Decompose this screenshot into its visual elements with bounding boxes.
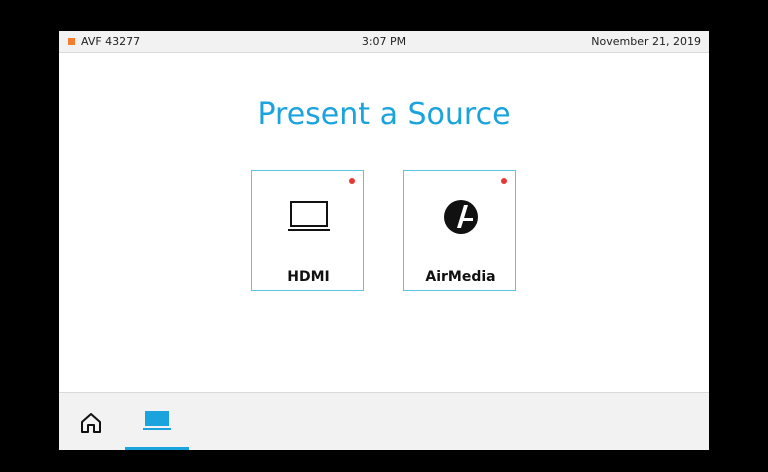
touch-panel-screen: AVF 43277 3:07 PM November 21, 2019 Pres… [59, 31, 709, 450]
airmedia-icon [404, 199, 517, 239]
selected-indicator [125, 447, 189, 450]
bottom-nav [59, 392, 709, 450]
source-tile-airmedia[interactable]: AirMedia [403, 170, 516, 291]
date: November 21, 2019 [591, 35, 701, 48]
source-label: HDMI [287, 269, 330, 285]
page-title: Present a Source [257, 97, 511, 132]
status-dot [349, 178, 355, 184]
laptop-icon [252, 199, 365, 237]
home-icon [81, 413, 101, 433]
status-bar: AVF 43277 3:07 PM November 21, 2019 [59, 31, 709, 53]
source-nav-button[interactable] [125, 403, 189, 450]
source-label: AirMedia [425, 269, 496, 285]
home-button[interactable] [79, 411, 103, 435]
source-tile-hdmi[interactable]: HDMI [251, 170, 364, 291]
laptop-icon [143, 411, 171, 430]
status-dot [501, 178, 507, 184]
